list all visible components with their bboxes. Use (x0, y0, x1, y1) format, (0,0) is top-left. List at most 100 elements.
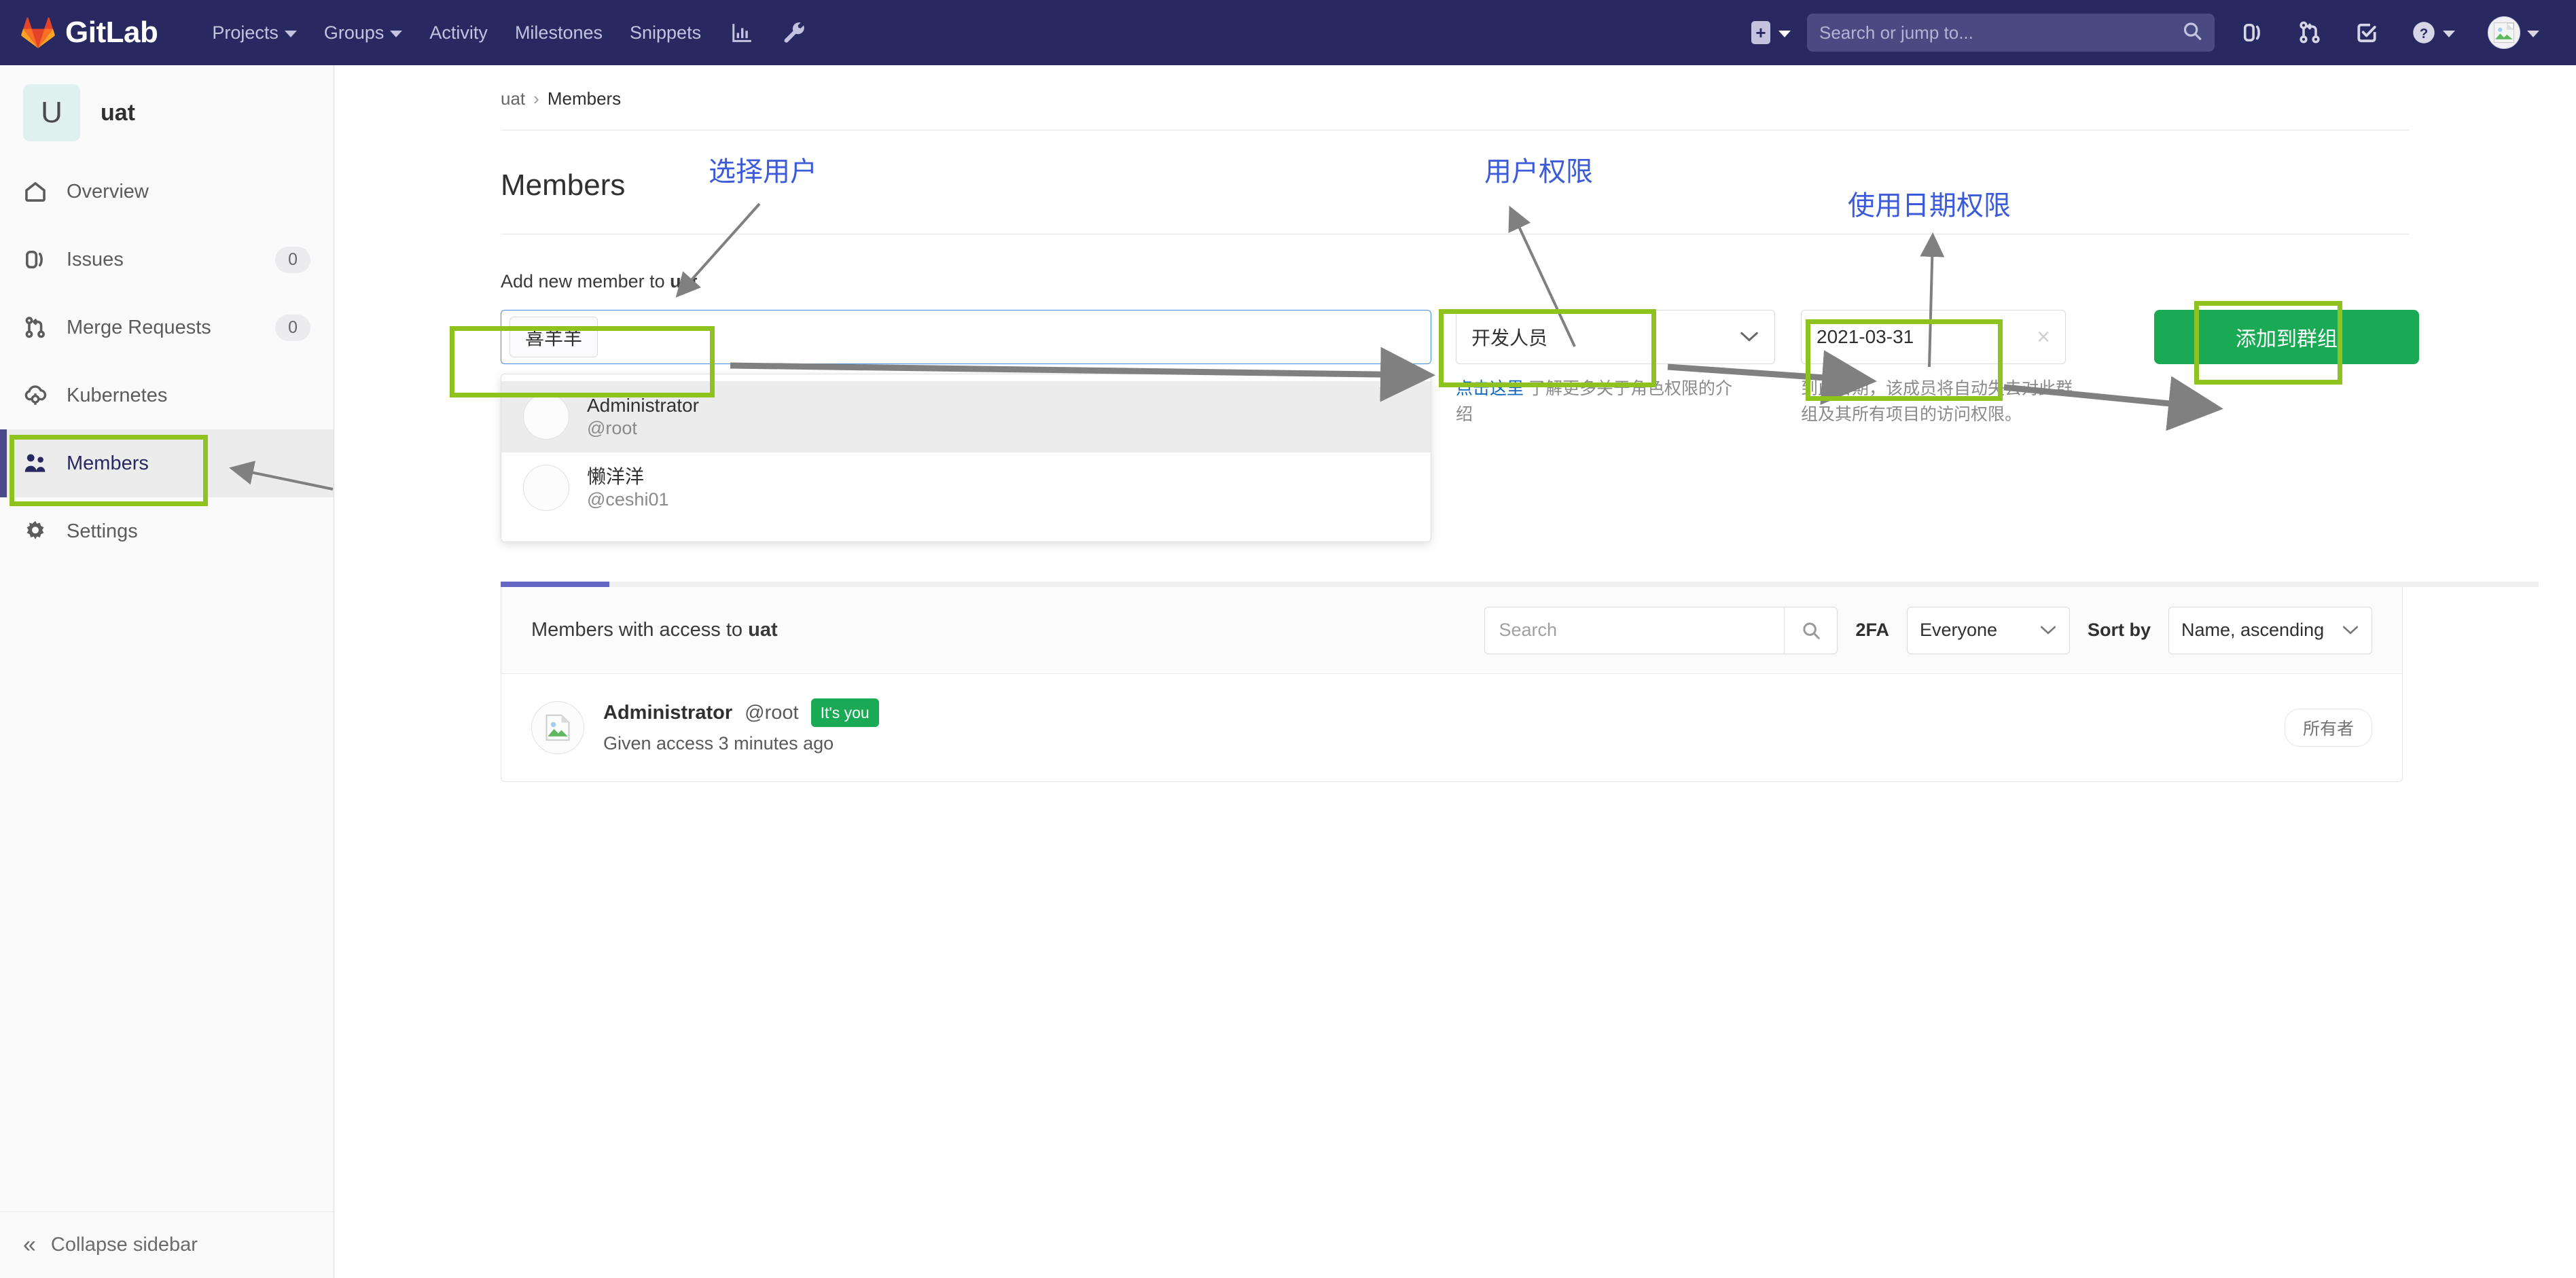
navbar-right-icons: ? (2224, 0, 2556, 65)
user-menu[interactable] (2471, 0, 2556, 65)
group-name: uat (101, 99, 135, 126)
sidebar-item-overview[interactable]: Overview (0, 158, 334, 226)
gitlab-wordmark: GitLab (65, 16, 158, 49)
avatar (2488, 16, 2520, 49)
gear-icon (23, 519, 54, 544)
breadcrumb-root[interactable]: uat (501, 88, 525, 109)
group-avatar: U (23, 84, 80, 141)
member-role-badge: 所有者 (2284, 708, 2372, 747)
new-item-button[interactable]: + (1742, 21, 1800, 44)
members-list-title-prefix: Members with access to (531, 619, 749, 641)
search-icon (2182, 21, 2202, 45)
sidebar-item-label: Settings (67, 520, 138, 542)
members-icon (23, 451, 54, 476)
nav-groups[interactable]: Groups (310, 0, 416, 65)
nav-projects[interactable]: Projects (198, 0, 310, 65)
navbar-right: + Search or jump to... ? (1742, 0, 2556, 65)
user-option-name: 懒洋洋 (587, 465, 645, 487)
global-search[interactable] (1807, 14, 2215, 52)
twofa-select[interactable]: Everyone (1906, 606, 2070, 654)
user-token-input[interactable]: 喜羊羊 (501, 310, 1431, 364)
members-list-title-group: uat (748, 619, 778, 641)
todos-icon[interactable] (2338, 0, 2395, 65)
selected-user-token[interactable]: 喜羊羊 (509, 317, 598, 357)
tab-strip (501, 582, 2539, 587)
avatar (523, 393, 569, 440)
add-new-member-prefix: Add new member to (501, 271, 670, 291)
help-icon[interactable]: ? (2395, 0, 2471, 65)
gitlab-logo-icon[interactable] (20, 16, 56, 50)
sidebar-group-header[interactable]: U uat (0, 65, 334, 158)
sort-by-value: Name, ascending (2181, 620, 2325, 640)
kubernetes-icon (23, 383, 54, 408)
search-icon[interactable] (1784, 607, 1837, 654)
chevron-down-icon (1739, 326, 1759, 348)
chevron-down-icon (284, 31, 297, 37)
issues-icon[interactable] (2224, 0, 2281, 65)
nav-activity[interactable]: Activity (416, 0, 501, 65)
table-row: Administrator @root It's you Given acces… (501, 674, 2402, 781)
member-username: @root (745, 701, 799, 724)
sidebar-item-members[interactable]: Members (0, 429, 334, 497)
role-select-value: 开发人员 (1471, 327, 1548, 349)
chevron-down-icon (2527, 31, 2539, 37)
nav-snippets-label: Snippets (630, 22, 702, 43)
page-title: Members (501, 168, 626, 202)
member-access-time: Given access 3 minutes ago (603, 733, 834, 754)
sidebar-item-settings[interactable]: Settings (0, 497, 334, 565)
active-tab-indicator (501, 582, 609, 587)
chevron-down-icon (2342, 620, 2359, 641)
add-new-member-group: uat (670, 271, 698, 291)
sidebar-item-badge: 0 (275, 314, 310, 341)
members-list-card: Members with access to uat 2FA Everyone … (501, 587, 2403, 782)
nav-activity-label: Activity (429, 22, 488, 43)
nav-projects-label: Projects (212, 22, 279, 43)
user-select-field[interactable]: 喜羊羊 Administrator @root 懒洋洋 @ceshi01 (501, 310, 1431, 542)
chevron-down-icon (1778, 31, 1791, 37)
avatar (531, 700, 584, 754)
sidebar-item-kubernetes[interactable]: Kubernetes (0, 361, 334, 429)
member-name[interactable]: Administrator (603, 699, 732, 727)
expires-helper-text: 到此日期，该成员将自动失去对此群组及其所有项目的访问权限。 (1801, 379, 2073, 424)
user-option-name: Administrator (587, 395, 699, 416)
sidebar-item-label: Kubernetes (67, 384, 168, 406)
sidebar-item-merge-requests[interactable]: Merge Requests 0 (0, 294, 334, 361)
sort-by-select[interactable]: Name, ascending (2168, 606, 2372, 654)
sidebar-item-label: Merge Requests (67, 316, 211, 338)
twofa-label: 2FA (1855, 620, 1889, 640)
members-search-input[interactable] (1485, 620, 1785, 641)
analytics-chart-icon[interactable] (715, 0, 768, 65)
expires-date-value: 2021-03-31 (1817, 326, 1914, 347)
expires-date-field[interactable]: 2021-03-31 × (1801, 310, 2066, 364)
user-dropdown-option[interactable]: Administrator @root (501, 381, 1431, 452)
navbar-links: Projects Groups Activity Milestones Snip… (198, 0, 821, 65)
left-sidebar: U uat Overview Issues 0 Merge Requests 0… (0, 65, 334, 1278)
members-search[interactable] (1484, 606, 1838, 654)
collapse-sidebar-button[interactable]: « Collapse sidebar (0, 1211, 334, 1278)
members-list-header: Members with access to uat 2FA Everyone … (501, 587, 2402, 674)
members-list-controls: 2FA Everyone Sort by Name, ascending (1484, 606, 2372, 654)
chevron-down-icon (390, 31, 403, 37)
nav-groups-label: Groups (323, 22, 384, 43)
nav-milestones[interactable]: Milestones (501, 0, 616, 65)
nav-milestones-label: Milestones (514, 22, 603, 43)
user-dropdown[interactable]: Administrator @root 懒洋洋 @ceshi01 (501, 374, 1431, 542)
add-to-group-button[interactable]: 添加到群组 (2154, 310, 2419, 364)
nav-snippets[interactable]: Snippets (616, 0, 715, 65)
search-input[interactable] (1807, 14, 2215, 52)
merge-requests-icon[interactable] (2281, 0, 2338, 65)
sidebar-item-badge: 0 (275, 246, 310, 273)
role-select[interactable]: 开发人员 (1456, 310, 1775, 364)
avatar (523, 465, 569, 512)
user-dropdown-option[interactable]: 懒洋洋 @ceshi01 (501, 452, 1431, 524)
double-chevron-left-icon: « (23, 1232, 36, 1258)
role-helper-text: 点击这里 了解更多关于角色权限的介绍 (1456, 376, 1741, 427)
sidebar-item-issues[interactable]: Issues 0 (0, 226, 334, 294)
issues-icon (23, 247, 54, 272)
clear-x-icon[interactable]: × (2037, 324, 2050, 351)
wrench-icon[interactable] (768, 0, 821, 65)
role-column: 开发人员 点击这里 了解更多关于角色权限的介绍 (1456, 310, 1775, 427)
role-helper-link[interactable]: 点击这里 (1456, 379, 1524, 398)
sort-by-label: Sort by (2087, 620, 2151, 640)
user-option-username: @ceshi01 (587, 489, 669, 510)
